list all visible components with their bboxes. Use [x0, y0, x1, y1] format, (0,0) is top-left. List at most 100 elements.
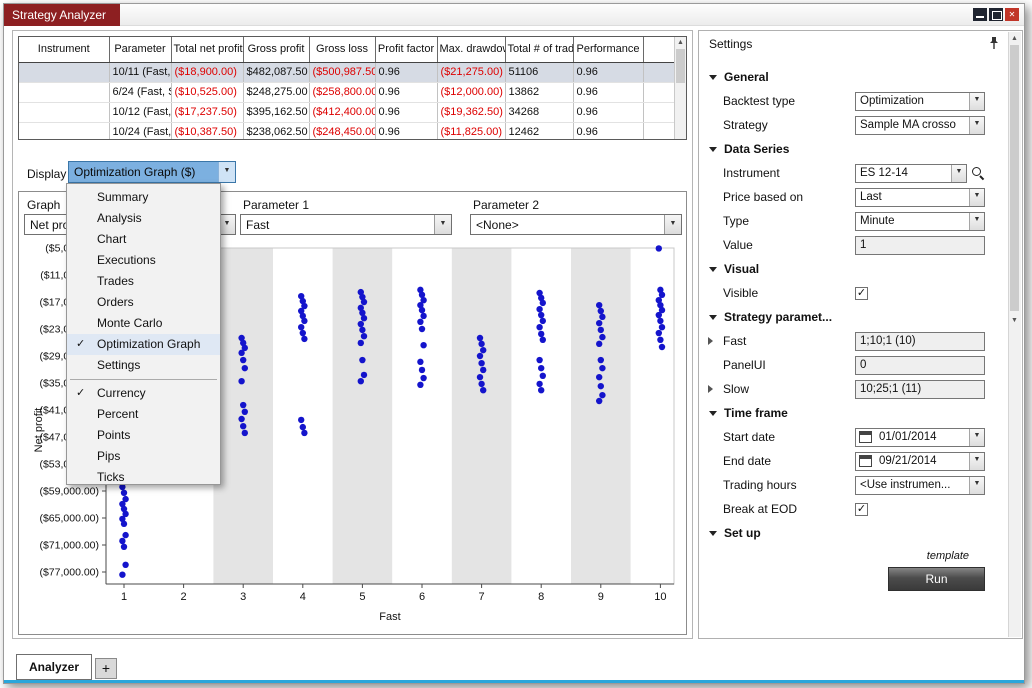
search-icon[interactable] [970, 165, 985, 181]
backtest-type-select[interactable]: Optimization [855, 92, 985, 111]
fast-range-field[interactable]: 1;10;1 (10) [855, 332, 985, 351]
chevron-down-icon[interactable] [969, 189, 984, 206]
cell-total-net-profit: ($10,387.50) [171, 122, 243, 140]
trading-hours-select[interactable]: <Use instrumen... [855, 476, 985, 495]
window-bottom-edge [4, 680, 1024, 683]
title-bar[interactable]: Strategy Analyzer [4, 4, 1024, 26]
menu-item-executions[interactable]: Executions [67, 250, 220, 271]
chevron-down-icon[interactable] [218, 162, 235, 182]
display-select[interactable]: Optimization Graph ($) [68, 161, 236, 183]
visible-checkbox[interactable] [855, 287, 868, 300]
parameter2-select[interactable]: <None> [470, 214, 682, 235]
cell-total-trades: 34268 [505, 102, 573, 122]
section-data-series[interactable]: Data Series [699, 137, 1009, 161]
maximize-button[interactable] [989, 8, 1003, 21]
section-time-frame[interactable]: Time frame [699, 401, 1009, 425]
strategy-analyzer-window: Strategy Analyzer Instrument Parameter T… [3, 3, 1025, 684]
chevron-down-icon[interactable] [434, 215, 451, 234]
col-header-instrument[interactable]: Instrument [19, 37, 109, 62]
menu-item-optimization-graph[interactable]: Optimization Graph [67, 334, 220, 355]
chevron-down-icon[interactable] [969, 477, 984, 494]
scroll-up-icon[interactable] [675, 37, 686, 48]
menu-item-currency[interactable]: Currency [67, 383, 220, 404]
table-row[interactable]: 6/24 (Fast, Slow) ($10,525.00) $248,275.… [19, 82, 674, 102]
menu-item-pips[interactable]: Pips [67, 446, 220, 467]
scrollbar-thumb[interactable] [1010, 45, 1019, 311]
scrollbar-thumb[interactable] [676, 49, 685, 83]
parameter1-select[interactable]: Fast [240, 214, 452, 235]
table-row[interactable]: 10/12 (Fast, Slow) ($17,237.50) $395,162… [19, 102, 674, 122]
chevron-down-icon[interactable] [969, 93, 984, 110]
settings-scrollbar[interactable] [1008, 32, 1021, 637]
cell-total-trades: 12462 [505, 122, 573, 140]
instrument-select[interactable]: ES 12-14 [855, 164, 967, 183]
scroll-down-icon[interactable] [1009, 315, 1020, 326]
chevron-down-icon[interactable] [969, 429, 984, 446]
chevron-right-icon[interactable] [708, 337, 713, 345]
strategy-select[interactable]: Sample MA crosso [855, 116, 985, 135]
row-panelui: PanelUI 0 [699, 353, 1009, 377]
price-based-on-select[interactable]: Last [855, 188, 985, 207]
panelui-field[interactable]: 0 [855, 356, 985, 375]
settings-panel: Settings General Backtest type Optimizat… [698, 30, 1023, 639]
menu-item-monte-carlo[interactable]: Monte Carlo [67, 313, 220, 334]
chevron-down-icon[interactable] [951, 165, 966, 182]
col-header-gross-loss[interactable]: Gross loss [309, 37, 375, 62]
chevron-down-icon[interactable] [969, 117, 984, 134]
svg-text:($71,000.00): ($71,000.00) [39, 540, 99, 552]
menu-separator [70, 379, 217, 380]
table-row[interactable]: 10/24 (Fast, Slow) ($10,387.50) $238,062… [19, 122, 674, 140]
field-label: Backtest type [723, 94, 855, 108]
col-header-gross-profit[interactable]: Gross profit [243, 37, 309, 62]
optimization-results-grid: Instrument Parameter Total net profit Gr… [18, 36, 687, 140]
template-link[interactable]: template [699, 545, 1009, 567]
add-tab-button[interactable]: + [95, 658, 117, 679]
slow-range-field[interactable]: 10;25;1 (11) [855, 380, 985, 399]
value-field[interactable]: 1 [855, 236, 985, 255]
chevron-right-icon[interactable] [708, 385, 713, 393]
chevron-down-icon[interactable] [969, 453, 984, 470]
menu-item-points[interactable]: Points [67, 425, 220, 446]
menu-item-trades[interactable]: Trades [67, 271, 220, 292]
scroll-up-icon[interactable] [1009, 33, 1020, 44]
run-button[interactable]: Run [888, 567, 985, 591]
combo-value: <None> [471, 215, 664, 234]
settings-panel-title: Settings [709, 37, 752, 51]
check-icon [76, 334, 85, 355]
col-header-total-trades[interactable]: Total # of trades [505, 37, 573, 62]
break-at-eod-checkbox[interactable] [855, 503, 868, 516]
col-header-parameter[interactable]: Parameter [109, 37, 171, 62]
svg-text:8: 8 [538, 591, 544, 603]
section-strategy-parameters[interactable]: Strategy paramet... [699, 305, 1009, 329]
menu-item-settings[interactable]: Settings [67, 355, 220, 376]
section-general[interactable]: General [699, 65, 1009, 89]
type-select[interactable]: Minute [855, 212, 985, 231]
menu-item-summary[interactable]: Summary [67, 187, 220, 208]
col-header-max-drawdown[interactable]: Max. drawdown [437, 37, 505, 62]
field-label: PanelUI [723, 358, 855, 372]
close-button[interactable] [1005, 8, 1019, 21]
chevron-down-icon[interactable] [969, 213, 984, 230]
col-header-total-net-profit[interactable]: Total net profit [171, 37, 243, 62]
menu-item-analysis[interactable]: Analysis [67, 208, 220, 229]
menu-item-chart[interactable]: Chart [67, 229, 220, 250]
section-set-up[interactable]: Set up [699, 521, 1009, 545]
end-date-picker[interactable]: 09/21/2014 [855, 452, 985, 471]
section-visual[interactable]: Visual [699, 257, 1009, 281]
table-scrollbar[interactable] [674, 37, 686, 139]
cell-max-drawdown: ($19,362.50) [437, 102, 505, 122]
tab-analyzer[interactable]: Analyzer [16, 654, 92, 680]
menu-item-ticks[interactable]: Ticks [67, 467, 220, 488]
pin-icon[interactable] [988, 36, 1000, 50]
table-row[interactable]: 10/11 (Fast, Slow) ($18,900.00) $482,087… [19, 62, 674, 82]
col-header-performance[interactable]: Performance [573, 37, 643, 62]
results-table: Instrument Parameter Total net profit Gr… [19, 37, 675, 140]
chevron-down-icon[interactable] [664, 215, 681, 234]
start-date-picker[interactable]: 01/01/2014 [855, 428, 985, 447]
menu-item-orders[interactable]: Orders [67, 292, 220, 313]
cell-filler [643, 82, 674, 102]
minimize-button[interactable] [973, 8, 987, 21]
col-header-profit-factor[interactable]: Profit factor [375, 37, 437, 62]
menu-item-percent[interactable]: Percent [67, 404, 220, 425]
col-header-filler [643, 37, 674, 62]
